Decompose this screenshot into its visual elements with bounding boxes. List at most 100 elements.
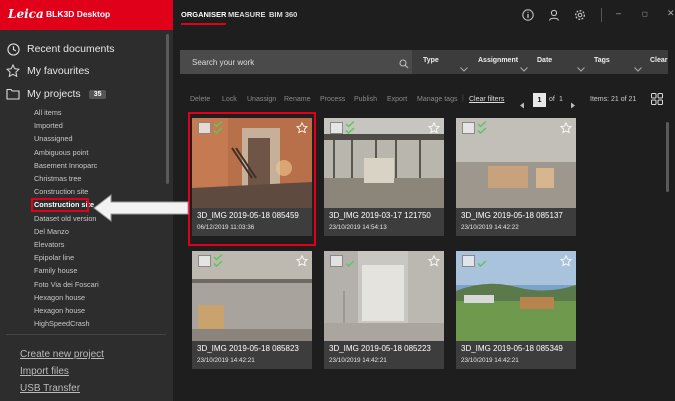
favourite-star-icon[interactable] [295, 121, 309, 134]
app-name: BLK3D Desktop [46, 9, 111, 19]
tab-measure[interactable]: MEASURE [228, 10, 266, 19]
sidebar-project-item[interactable]: Basement Innoparc [34, 160, 97, 172]
user-icon[interactable] [548, 9, 560, 21]
image-type-icon [330, 255, 343, 267]
close-window-button[interactable]: ✕ [667, 8, 675, 19]
card-date: 23/10/2019 14:54:13 [329, 224, 387, 231]
image-type-icon [462, 255, 475, 267]
nav-my-favourites[interactable]: My favourites [6, 60, 166, 82]
processed-check-icon [345, 120, 357, 135]
date-filter-dropdown[interactable]: Date [537, 57, 552, 64]
clear-button[interactable]: Clear [650, 57, 668, 64]
type-filter-dropdown[interactable]: Type [423, 57, 439, 64]
minimize-button[interactable]: – [616, 8, 621, 18]
image-type-icon [462, 122, 475, 134]
rename-action[interactable]: Rename [284, 96, 310, 103]
chevron-down-icon [460, 59, 468, 72]
publish-action[interactable]: Publish [354, 96, 377, 103]
pointer-arrow [93, 193, 189, 223]
current-page[interactable]: 1 [533, 93, 546, 107]
sidebar-project-item[interactable]: Unassigned [34, 133, 73, 145]
items-count: Items: 21 of 21 [590, 96, 637, 103]
sidebar-project-item[interactable]: Elevators [34, 239, 64, 251]
sidebar-project-item-selected[interactable]: Construction site [34, 199, 94, 211]
search-icon[interactable] [399, 56, 409, 69]
image-card[interactable]: 3D_IMG 2019-03-17 121750 23/10/2019 14:5… [324, 118, 444, 236]
unassign-action[interactable]: Unassign [247, 96, 276, 103]
image-card[interactable]: 3D_IMG 2019-05-18 085459 06/12/2019 11:0… [192, 118, 312, 236]
clock-icon [6, 42, 20, 56]
main-scrollbar[interactable] [666, 122, 669, 192]
top-bar: ORGANISER MEASURE BIM 360 – ◻ ✕ [173, 0, 675, 30]
folder-icon [6, 87, 20, 101]
card-date: 06/12/2019 11:03:36 [197, 224, 255, 231]
image-card[interactable]: 3D_IMG 2019-05-18 085137 23/10/2019 14:4… [456, 118, 576, 236]
sidebar-project-item[interactable]: Foto Via dei Foscari [34, 279, 99, 291]
image-type-icon [330, 122, 343, 134]
sidebar-project-item[interactable]: Family house [34, 265, 77, 277]
sidebar-project-item[interactable]: Christmas tree [34, 173, 81, 185]
image-card[interactable]: 3D_IMG 2019-05-18 085823 23/10/2019 14:4… [192, 251, 312, 369]
manage-tags-action[interactable]: Manage tags [417, 96, 457, 103]
sidebar-project-item[interactable]: Imported [34, 120, 63, 132]
nav-my-projects[interactable]: My projects 35 [6, 83, 166, 105]
card-title: 3D_IMG 2019-05-18 085823 [197, 344, 299, 353]
leica-logo: Leica [8, 7, 44, 21]
tags-filter-dropdown[interactable]: Tags [594, 57, 610, 64]
card-date: 23/10/2019 14:42:21 [329, 357, 387, 364]
processed-check-icon [213, 120, 225, 135]
maximize-button[interactable]: ◻ [642, 10, 648, 18]
image-card[interactable]: 3D_IMG 2019-05-18 085349 23/10/2019 14:4… [456, 251, 576, 369]
nav-recent-documents[interactable]: Recent documents [6, 38, 166, 60]
image-type-icon [198, 122, 211, 134]
processed-check-icon [345, 254, 357, 268]
settings-gear-icon[interactable] [574, 9, 586, 21]
favourite-star-icon[interactable] [295, 254, 309, 267]
sidebar-scrollbar[interactable] [166, 34, 169, 184]
card-date: 23/10/2019 14:42:22 [461, 224, 519, 231]
sidebar-project-item[interactable]: Ambiguous point [34, 147, 88, 159]
card-title: 3D_IMG 2019-05-18 085349 [461, 344, 563, 353]
card-title: 3D_IMG 2019-05-18 085459 [197, 211, 299, 220]
filter-bar: Type Assignment Date Tags Clear [180, 50, 668, 74]
import-files-link[interactable]: Import files [20, 366, 69, 377]
sidebar-project-item[interactable]: HighSpeedCrash [34, 318, 90, 330]
prev-page-icon[interactable] [519, 96, 525, 109]
favourite-star-icon[interactable] [559, 254, 573, 267]
search-input[interactable] [180, 50, 412, 74]
next-page-icon[interactable] [570, 96, 576, 109]
chevron-down-icon [520, 59, 528, 72]
tab-bim-360[interactable]: BIM 360 [269, 10, 297, 19]
star-icon [6, 64, 20, 78]
favourite-star-icon[interactable] [427, 254, 441, 267]
create-new-project-link[interactable]: Create new project [20, 349, 104, 360]
tab-organiser[interactable]: ORGANISER [181, 10, 227, 25]
card-date: 23/10/2019 14:42:21 [197, 357, 255, 364]
clear-filters-link[interactable]: Clear filters [469, 96, 504, 103]
export-action[interactable]: Export [387, 96, 407, 103]
sidebar-project-item[interactable]: Del Manzo [34, 226, 69, 238]
card-title: 3D_IMG 2019-03-17 121750 [329, 211, 431, 220]
sidebar-project-item[interactable]: Epipolar line [34, 252, 74, 264]
sidebar-project-item[interactable]: All items [34, 107, 62, 119]
lock-action[interactable]: Lock [222, 96, 237, 103]
sidebar-project-item[interactable]: Dataset old version [34, 213, 96, 225]
sidebar-project-item[interactable]: Hexagon house [34, 292, 85, 304]
projects-count-badge: 35 [88, 89, 107, 99]
favourite-star-icon[interactable] [427, 121, 441, 134]
divider [6, 334, 166, 335]
image-card[interactable]: 3D_IMG 2019-05-18 085223 23/10/2019 14:4… [324, 251, 444, 369]
nav-label: My projects [27, 88, 81, 100]
usb-transfer-link[interactable]: USB Transfer [20, 383, 80, 394]
favourite-star-icon[interactable] [559, 121, 573, 134]
assignment-filter-dropdown[interactable]: Assignment [478, 57, 518, 64]
brand-bar: Leica BLK3D Desktop [0, 0, 173, 30]
delete-action[interactable]: Delete [190, 96, 210, 103]
sidebar-project-item[interactable]: Construction site [34, 186, 88, 198]
sidebar-project-item[interactable]: Hexagon house [34, 305, 85, 317]
info-icon[interactable] [522, 9, 534, 21]
process-action[interactable]: Process [320, 96, 345, 103]
card-date: 23/10/2019 14:42:21 [461, 357, 519, 364]
processed-check-icon [477, 120, 489, 135]
grid-view-icon[interactable] [650, 92, 664, 106]
